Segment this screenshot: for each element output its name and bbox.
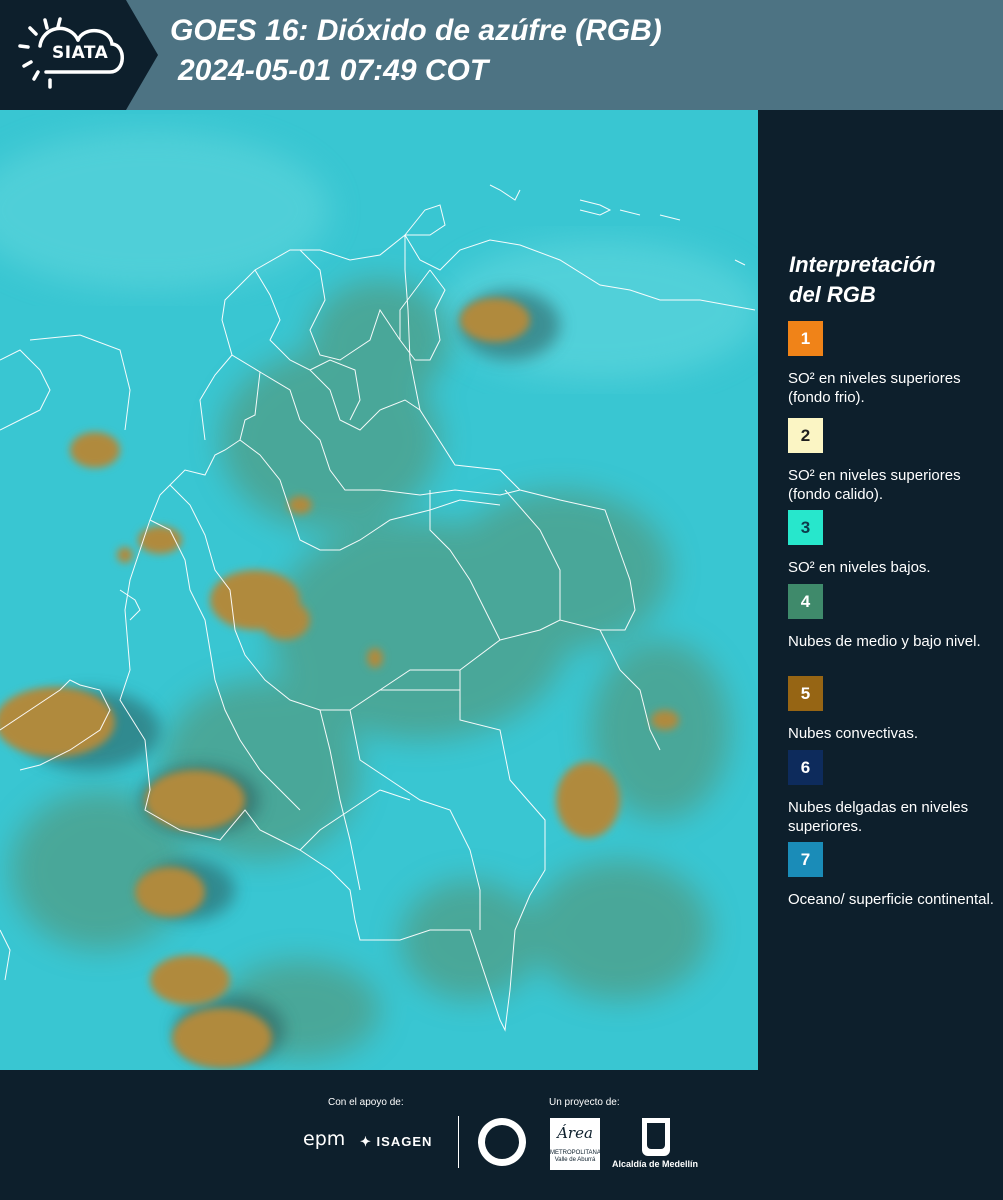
epm-logo[interactable]: epm <box>303 1128 345 1150</box>
siata-logo[interactable]: SIATA <box>0 0 158 110</box>
project-label: Un proyecto de: <box>549 1097 620 1108</box>
divider <box>458 1116 459 1168</box>
legend-panel: Interpretación del RGB 1 SO² en niveles … <box>758 110 1003 1070</box>
medellin-crest-icon[interactable] <box>642 1118 670 1156</box>
crest-inner <box>647 1123 665 1149</box>
footer: Con el apoyo de: Un proyecto de: epm ✦ I… <box>0 1070 1003 1200</box>
satellite-map[interactable] <box>0 110 758 1070</box>
legend-text: SO² en niveles superiores (fondo calido)… <box>788 467 961 503</box>
area-metropolitana-logo[interactable]: Área METROPOLITANA Valle de Aburrá <box>550 1118 601 1170</box>
legend-item-2: 2 SO² en niveles superiores (fondo calid… <box>788 418 998 504</box>
legend-text: SO² en niveles superiores (fondo frio). <box>788 370 961 406</box>
isagen-logo[interactable]: ✦ ISAGEN <box>360 1134 432 1150</box>
medellin-seal-icon[interactable] <box>478 1118 526 1166</box>
legend-title-line1: Interpretación <box>789 252 936 277</box>
support-label: Con el apoyo de: <box>328 1097 404 1108</box>
swatch-orange: 1 <box>788 321 823 356</box>
map-image <box>0 110 758 1070</box>
header-bar: SIATA GOES 16: Dióxido de azúfre (RGB) 2… <box>0 0 1003 110</box>
seal-inner <box>485 1125 519 1159</box>
timestamp: 2024-05-01 07:49 COT <box>178 54 489 87</box>
area-word: Área <box>557 1124 593 1142</box>
legend-item-1: 1 SO² en niveles superiores (fondo frio)… <box>788 321 998 407</box>
swatch-blue: 7 <box>788 842 823 877</box>
swatch-navy: 6 <box>788 750 823 785</box>
page-title: GOES 16: Dióxido de azúfre (RGB) <box>170 14 662 47</box>
swatch-brown: 5 <box>788 676 823 711</box>
swatch-turquoise: 3 <box>788 510 823 545</box>
legend-title: Interpretación del RGB <box>789 250 999 310</box>
isagen-label: ISAGEN <box>376 1134 433 1149</box>
alcaldia-label: Alcaldía de Medellín <box>612 1159 699 1169</box>
area-sub: METROPOLITANA Valle de Aburrá <box>550 1150 601 1163</box>
legend-text: Nubes de medio y bajo nivel. <box>788 633 981 650</box>
swatch-green: 4 <box>788 584 823 619</box>
legend-text: Oceano/ superficie continental. <box>788 891 994 908</box>
isagen-mark-icon: ✦ <box>360 1134 372 1149</box>
swatch-cream: 2 <box>788 418 823 453</box>
legend-item-4: 4 Nubes de medio y bajo nivel. <box>788 584 998 670</box>
legend-item-7: 7 Oceano/ superficie continental. <box>788 842 998 928</box>
legend-text: Nubes delgadas en niveles superiores. <box>788 799 969 835</box>
logo-text: SIATA <box>52 43 109 63</box>
legend-item-6: 6 Nubes delgadas en niveles superiores. <box>788 750 998 836</box>
legend-title-line2: del RGB <box>789 282 876 307</box>
